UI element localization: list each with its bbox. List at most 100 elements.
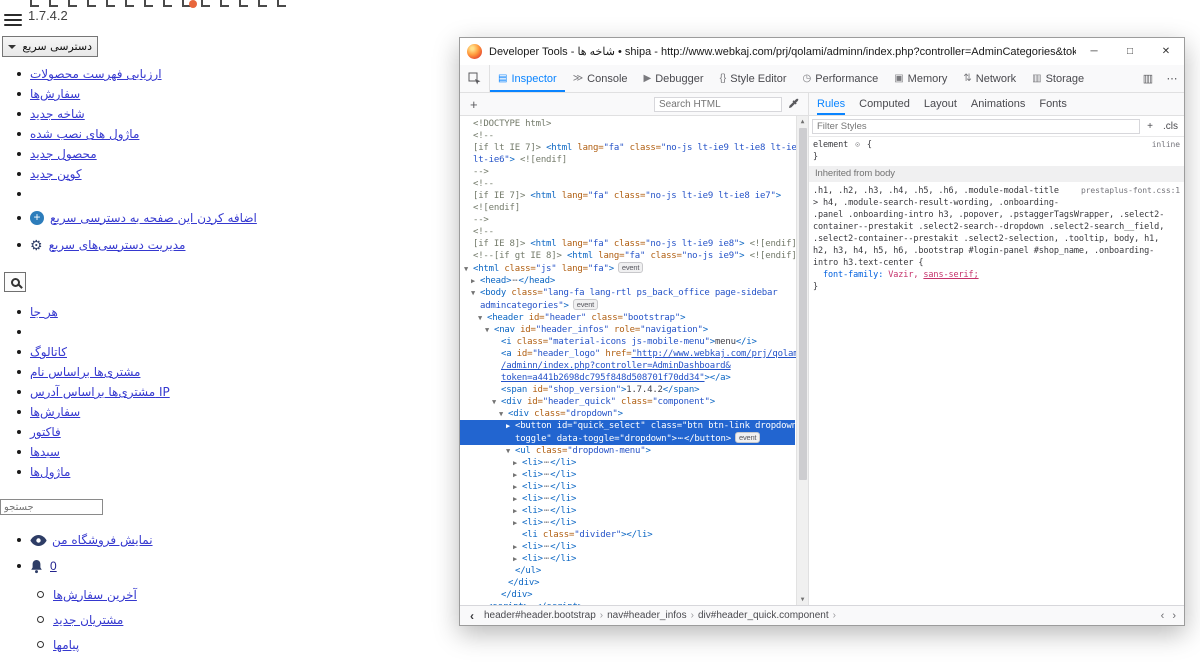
markup-node[interactable]: <!--[if gt IE 8]> <html lang="fa" class=… (460, 250, 795, 262)
scroll-down-arrow[interactable]: ▼ (797, 594, 808, 605)
search-button[interactable] (4, 272, 26, 292)
expand-arrow[interactable]: ▶ (513, 481, 522, 493)
markup-node[interactable]: <span id="shop_version">1.7.4.2</span> (460, 384, 795, 396)
sidebar-tab-fonts[interactable]: Fonts (1039, 93, 1067, 115)
markup-node[interactable]: <li class="divider"></li> (460, 529, 795, 541)
sidebar-link[interactable]: هر جا (30, 305, 58, 319)
quick-access-dropdown[interactable]: دسترسی سریع (2, 36, 98, 57)
markup-node[interactable]: ▶<li>⋯</li> (460, 481, 795, 493)
collapse-arrow[interactable]: ▼ (471, 287, 480, 299)
markup-node[interactable]: --> (460, 214, 795, 226)
css-value-fallback[interactable]: sans-serif; (923, 270, 978, 280)
markup-node[interactable]: [if IE 8]> <html lang="fa" class="no-js … (460, 238, 795, 250)
markup-node[interactable]: ▼<div class="dropdown"> (460, 408, 795, 420)
markup-node[interactable]: <!DOCTYPE html> (460, 118, 795, 130)
markup-node[interactable]: ▶<li>⋯</li> (460, 469, 795, 481)
sidebar-link[interactable]: سفارش‌ها (30, 405, 80, 419)
element-rule-source[interactable]: inline (1152, 139, 1180, 151)
markup-node[interactable]: <!-- (460, 226, 795, 238)
sidebar-link[interactable]: ماژول‌ها (30, 465, 70, 479)
markup-node[interactable]: token=a441b2698dc795f848d508701f70dd34">… (460, 372, 795, 384)
markup-node[interactable]: </ul> (460, 565, 795, 577)
sidebar-link[interactable]: مشتری‌ها براساس نام (30, 365, 140, 379)
event-badge[interactable]: event (735, 432, 760, 443)
sidebar-link[interactable]: فاکتور (30, 425, 61, 439)
sidebar-link[interactable]: سبدها (30, 445, 60, 459)
markup-node[interactable]: <!-- (460, 178, 795, 190)
breadcrumb-item[interactable]: nav#header_infos (603, 610, 691, 621)
devtools-tab-style-editor[interactable]: {}Style Editor (712, 65, 795, 92)
expand-arrow[interactable]: ▶ (513, 517, 522, 529)
breadcrumb-item[interactable]: header#header.bootstrap (480, 610, 600, 621)
devtools-tab-memory[interactable]: ▣Memory (886, 65, 955, 92)
expand-arrow[interactable]: ▶ (471, 275, 480, 287)
close-button[interactable]: ✕ (1148, 38, 1184, 65)
sidebar-link[interactable]: مشتری‌ها براساس آدرس IP (30, 385, 170, 399)
markup-node[interactable]: --> (460, 166, 795, 178)
pick-element-button[interactable] (460, 65, 490, 92)
markup-node[interactable]: ▶<li>⋯</li> (460, 541, 795, 553)
scrollbar-thumb[interactable] (799, 128, 807, 480)
breadcrumb-scroll-right[interactable]: › (1168, 610, 1180, 622)
manage-quick-link[interactable]: مدیریت دسترسی‌های سریع (49, 238, 186, 252)
markup-node[interactable]: ▼<html class="js" lang="fa">event (460, 262, 795, 275)
expand-arrow[interactable]: ▶ (513, 505, 522, 517)
devtools-tab-performance[interactable]: ◷Performance (795, 65, 887, 92)
css-declaration[interactable]: font-family: Vazir, sans-serif; (809, 269, 1184, 281)
breadcrumb-scroll-left[interactable]: ‹ (1157, 610, 1169, 622)
sidebar-link[interactable]: مشتریان جدید (53, 613, 123, 627)
expand-arrow[interactable]: ▶ (513, 553, 522, 565)
minimize-button[interactable]: ─ (1076, 38, 1112, 65)
markup-node[interactable]: </div> (460, 577, 795, 589)
markup-node[interactable]: ▼<div id="header_quick" class="component… (460, 396, 795, 408)
view-shop-link[interactable]: نمایش فروشگاه من (52, 533, 153, 547)
devtools-tab-console[interactable]: ≫Console (565, 65, 636, 92)
sidebar-tab-rules[interactable]: Rules (817, 93, 845, 115)
filter-styles-input[interactable] (812, 119, 1140, 134)
markup-node[interactable]: <i class="material-icons js-mobile-menu"… (460, 336, 795, 348)
menu-icon[interactable] (4, 11, 22, 29)
sidebar-link[interactable]: شاخه جدید (30, 107, 85, 121)
event-badge[interactable]: event (573, 299, 598, 310)
expand-arrow[interactable]: ▶ (513, 469, 522, 481)
scroll-up-arrow[interactable]: ▲ (797, 116, 808, 127)
markup-node[interactable]: lt-ie6"> <![endif] (460, 154, 795, 166)
collapse-arrow[interactable]: ▼ (485, 324, 494, 336)
sidebar-link[interactable]: ارزیابی فهرست محصولات (30, 67, 162, 81)
markup-node[interactable]: ▶<li>⋯</li> (460, 493, 795, 505)
maximize-button[interactable]: □ (1112, 38, 1148, 65)
markup-scrollbar[interactable]: ▲ ▼ (796, 116, 808, 605)
sidebar-link[interactable]: پیامها (53, 638, 79, 652)
markup-node[interactable]: [if IE 7]> <html lang="fa" class="no-js … (460, 190, 795, 202)
sidebar-link[interactable]: محصول جدید (30, 147, 97, 161)
expand-arrow[interactable]: ▶ (513, 541, 522, 553)
devtools-tab-storage[interactable]: ▥Storage (1024, 65, 1092, 92)
markup-node[interactable]: ▶<li>⋯</li> (460, 505, 795, 517)
collapse-arrow[interactable]: ▼ (478, 312, 487, 324)
more-options-icon[interactable]: ⋯ (1160, 65, 1184, 92)
collapse-arrow[interactable]: ▼ (464, 263, 473, 275)
sidebar-search-input[interactable] (0, 499, 103, 515)
breadcrumb-back-button[interactable]: ‹ (464, 609, 480, 623)
breadcrumb-item[interactable]: div#header_quick.component (694, 610, 833, 621)
markup-node[interactable]: admincategories">event (460, 299, 795, 312)
markup-node[interactable]: toggle" data-toggle="dropdown">⋯</button… (460, 432, 795, 445)
markup-node[interactable]: <![endif] (460, 202, 795, 214)
eyedropper-icon[interactable] (788, 98, 800, 110)
add-rule-button[interactable]: + (1144, 121, 1156, 132)
markup-node[interactable]: ▶<li>⋯</li> (460, 553, 795, 565)
expand-arrow[interactable]: ▶ (513, 457, 522, 469)
markup-node[interactable]: ▶<li>⋯</li> (460, 457, 795, 469)
create-node-button[interactable]: + (464, 97, 484, 112)
dock-icon[interactable]: ▥ (1136, 65, 1160, 92)
markup-node[interactable]: ▼<header id="header" class="bootstrap"> (460, 312, 795, 324)
collapse-arrow[interactable]: ▼ (492, 396, 501, 408)
sidebar-tab-animations[interactable]: Animations (971, 93, 1025, 115)
search-html-input[interactable] (654, 97, 782, 112)
expand-arrow[interactable]: ▶ (506, 420, 515, 432)
notifications-count[interactable]: 0 (50, 559, 57, 573)
add-page-link[interactable]: اضافه کردن این صفحه به دسترسی سریع (50, 211, 257, 225)
devtools-tab-debugger[interactable]: ▶Debugger (636, 65, 712, 92)
element-target-icon[interactable]: ⊙ (853, 140, 862, 149)
markup-node[interactable]: ▼<ul class="dropdown-menu"> (460, 445, 795, 457)
